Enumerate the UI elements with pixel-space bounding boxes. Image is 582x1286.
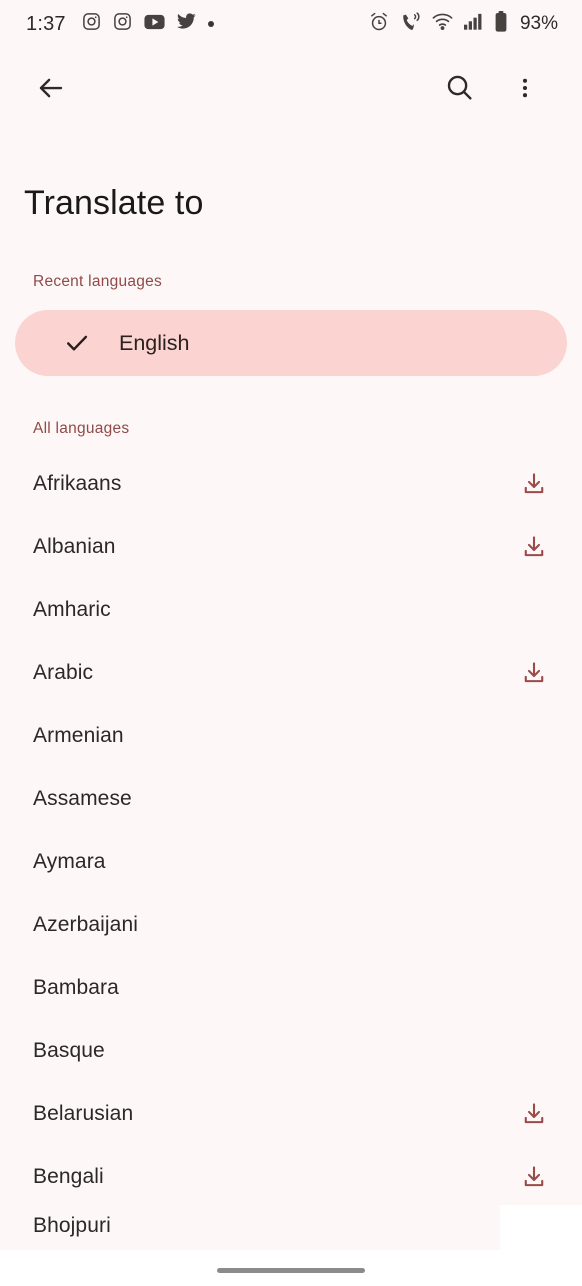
language-row[interactable]: Bhojpuri [0,1208,582,1244]
language-row[interactable]: Aymara [0,830,582,893]
language-name: Bengali [33,1164,104,1188]
language-name: Bhojpuri [33,1214,111,1237]
download-icon[interactable] [517,1160,551,1194]
twitter-icon [176,13,196,35]
language-name: Arabic [33,660,94,684]
language-row[interactable]: Armenian [0,704,582,767]
alarm-icon [369,12,389,37]
language-name: Afrikaans [33,471,122,495]
language-name: Amharic [33,597,111,621]
download-icon[interactable] [517,467,551,501]
status-bar-clock: 1:37 [26,12,66,35]
more-vertical-icon [513,76,537,105]
cellular-signal-icon [463,13,484,35]
gesture-navigation-bar [0,1250,582,1286]
language-row[interactable]: Albanian [0,515,582,578]
download-icon[interactable] [517,656,551,690]
instagram-icon [113,12,132,36]
section-header-all: All languages [33,420,130,437]
language-name: Azerbaijani [33,912,138,936]
wifi-icon [432,13,453,35]
language-row[interactable]: Basque [0,1019,582,1082]
app-toolbar [0,48,582,132]
battery-percent-label: 93% [519,13,558,34]
language-name: Assamese [33,786,132,810]
download-icon[interactable] [517,1097,551,1131]
all-languages-list[interactable]: Afrikaans Albanian Amharic Arabic Armenian As… [0,452,582,1244]
language-row[interactable]: Bambara [0,956,582,1019]
download-icon[interactable] [517,530,551,564]
language-row-selected[interactable]: English [15,310,567,376]
status-bar-left: 1:37 [26,12,214,36]
language-name: Bambara [33,975,119,999]
status-bar: 1:37 93% [0,0,582,48]
instagram-icon [82,12,101,36]
language-row[interactable]: Assamese [0,767,582,830]
back-button[interactable] [24,63,78,117]
language-name: Aymara [33,849,106,873]
check-icon [63,329,91,357]
phone-screen: 1:37 93% Translate to Recent languages E… [0,0,582,1286]
language-name: Basque [33,1038,105,1062]
language-row[interactable]: Amharic [0,578,582,641]
language-name: English [119,330,190,355]
language-row[interactable]: Azerbaijani [0,893,582,956]
battery-icon [495,11,507,37]
status-bar-right: 93% [369,11,558,37]
search-button[interactable] [432,63,486,117]
overflow-menu-button[interactable] [498,63,552,117]
language-row[interactable]: Afrikaans [0,452,582,515]
language-row[interactable]: Belarusian [0,1082,582,1145]
language-name: Armenian [33,723,124,747]
youtube-icon [144,14,165,35]
language-name: Albanian [33,534,116,558]
page-title: Translate to [24,184,204,222]
language-row[interactable]: Arabic [0,641,582,704]
language-row[interactable]: Bengali [0,1145,582,1208]
more-notifications-dot-icon [207,21,214,27]
back-arrow-icon [36,73,66,108]
section-header-recent: Recent languages [33,273,162,290]
search-icon [445,73,474,107]
language-name: Belarusian [33,1101,134,1125]
call-vibrate-icon [400,11,421,37]
recent-languages-list: English [0,310,582,376]
home-gesture-pill[interactable] [217,1267,365,1273]
